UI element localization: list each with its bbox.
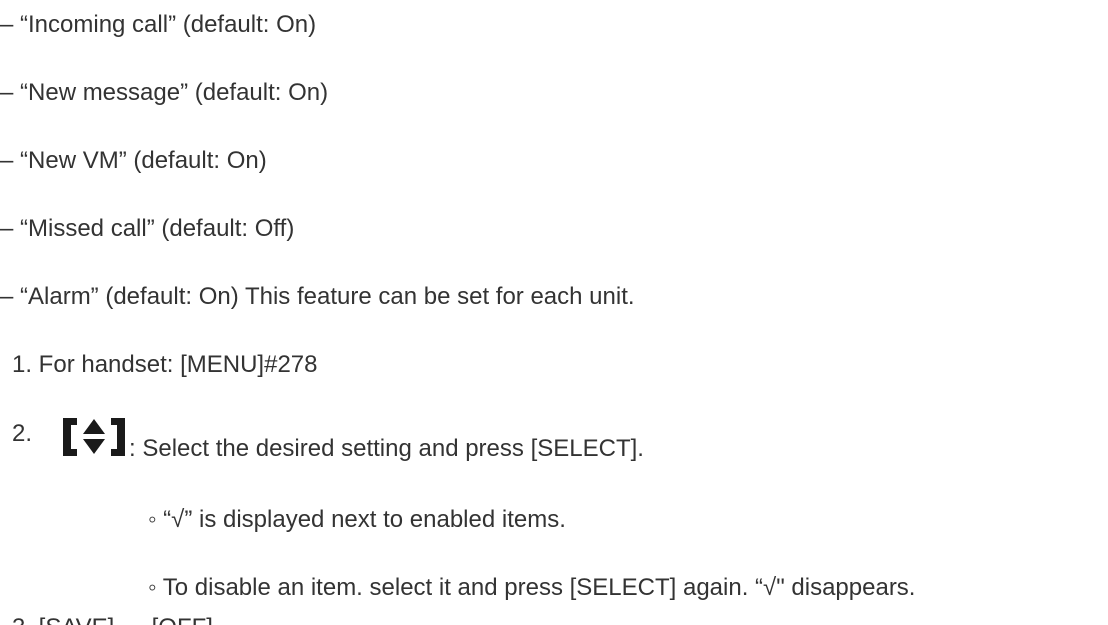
list-item-alarm: – “Alarm” (default: On) This feature can… — [0, 283, 635, 310]
list-item-new-vm: – “New VM” (default: On) — [0, 147, 267, 174]
up-down-navigation-key-icon — [63, 418, 125, 456]
step-2-number: 2. — [12, 420, 33, 447]
step-2-text: : Select the desired setting and press [… — [129, 435, 644, 462]
step-2-note-disable: ◦ To disable an item. select it and pres… — [148, 574, 916, 601]
list-item-new-message: – “New message” (default: On) — [0, 79, 329, 106]
list-item-incoming-call: – “Incoming call” (default: On) — [0, 11, 317, 38]
list-item-missed-call: – “Missed call” (default: Off) — [0, 215, 295, 242]
step-1: 1. For handset: [MENU]#278 — [12, 351, 318, 378]
step-2-note-enabled: ◦ “√” is displayed next to enabled items… — [148, 506, 566, 533]
step-3: 3. [SAVE] → [OFF] — [12, 614, 213, 625]
